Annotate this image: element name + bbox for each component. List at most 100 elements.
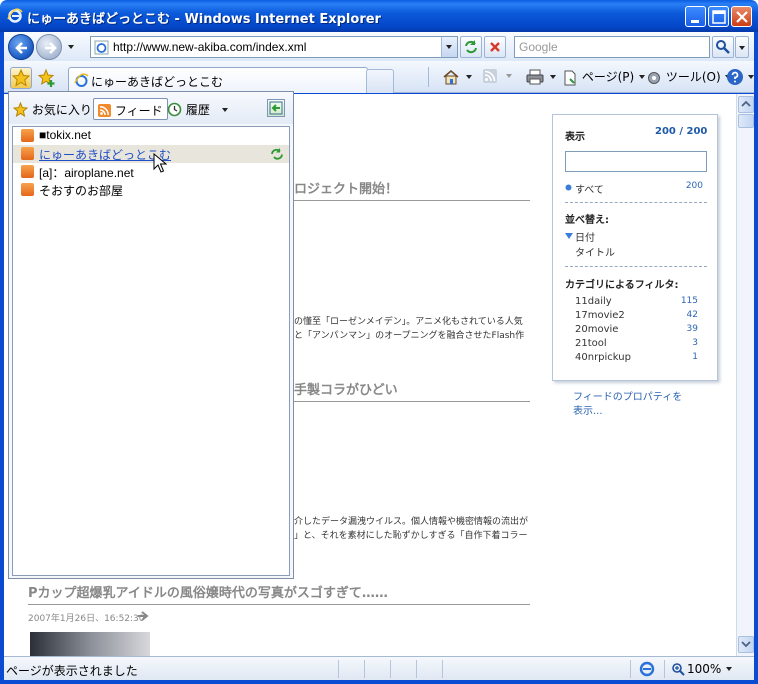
arrow-left-icon <box>15 42 27 54</box>
feed-item-label: [a]：airoplane.net <box>39 166 134 180</box>
close-icon <box>736 11 748 23</box>
status-divider <box>664 660 665 678</box>
article-title[interactable]: 手製コラがひどい <box>294 379 398 398</box>
internet-zone-icon[interactable] <box>638 660 656 678</box>
category-count: 42 <box>686 310 698 320</box>
stop-icon <box>490 42 500 52</box>
divider <box>565 202 707 203</box>
status-divider <box>364 660 365 678</box>
category-count: 3 <box>692 338 698 348</box>
address-input[interactable]: http://www.new-akiba.com/index.xml <box>113 40 306 54</box>
status-divider <box>338 660 339 678</box>
refresh-button[interactable] <box>460 36 482 58</box>
feed-item[interactable]: そおすのお部屋 <box>13 181 289 199</box>
zoom-level[interactable]: 100% <box>687 662 721 676</box>
tab-current[interactable]: にゅーあきばどっとこむ <box>68 67 368 93</box>
chevron-down-icon[interactable] <box>726 667 732 671</box>
item-count: 200 / 200 <box>655 126 708 137</box>
tools-menu-label: ツール(O) <box>665 70 721 84</box>
filter-all-link[interactable]: すべて <box>575 181 604 196</box>
tab-feeds[interactable]: フィード <box>93 98 168 120</box>
rss-icon <box>483 69 497 83</box>
status-bar: ページが表示されました 100% <box>4 656 754 680</box>
bullet-icon <box>565 184 572 191</box>
address-bar[interactable]: http://www.new-akiba.com/index.xml <box>90 36 458 58</box>
favorites-center-panel: お気に入り フィード 履歴 ■tokix.net にゅーあきばどっとこむ [a] <box>8 91 294 579</box>
minimize-button[interactable] <box>685 6 706 27</box>
pin-panel-button[interactable] <box>267 99 285 117</box>
status-divider <box>630 660 631 678</box>
category-link[interactable]: 20movie <box>575 324 618 335</box>
chevron-down-icon <box>221 108 228 112</box>
back-button[interactable] <box>8 34 34 60</box>
article-snippet: と「アンパンマン」のオープニングを融合させたFlash作 <box>294 331 525 341</box>
article-date: 2007年1月26日、16:52:30 <box>28 614 145 624</box>
feeds-button[interactable] <box>482 68 512 88</box>
article-snippet: 介したデータ漏洩ウイルス。個人情報や機密情報の流出が <box>294 517 529 527</box>
print-button[interactable] <box>526 68 556 88</box>
maximize-icon <box>712 10 726 24</box>
vertical-scrollbar[interactable] <box>736 94 754 656</box>
minimize-icon <box>691 20 699 23</box>
refresh-feed-icon[interactable] <box>269 147 285 161</box>
title-bar: にゅーあきばどっとこむ - Windows Internet Explorer <box>0 0 758 32</box>
divider <box>565 266 707 267</box>
search-input[interactable]: Google <box>519 40 558 54</box>
star-icon <box>11 68 31 87</box>
help-button[interactable] <box>726 68 754 88</box>
tools-menu-button[interactable]: ツール(O) <box>646 68 732 88</box>
new-tab-button[interactable] <box>366 69 394 93</box>
search-button[interactable] <box>712 36 734 58</box>
rss-icon <box>21 147 34 160</box>
close-window-button[interactable] <box>731 6 752 27</box>
page-menu-button[interactable]: ページ(P) <box>562 68 646 88</box>
address-dropdown-button[interactable] <box>441 37 457 57</box>
feed-item[interactable]: ■tokix.net <box>13 127 289 145</box>
scroll-up-button[interactable] <box>738 96 754 113</box>
chevron-down-icon <box>741 641 751 648</box>
search-options-button[interactable] <box>735 36 749 58</box>
rss-icon <box>98 104 111 117</box>
printer-icon <box>526 69 544 85</box>
category-link[interactable]: 40nrpickup <box>575 352 631 363</box>
category-link[interactable]: 11daily <box>575 296 612 307</box>
scroll-thumb[interactable] <box>738 114 754 128</box>
category-filter-label: カテゴリによるフィルタ: <box>565 280 679 291</box>
maximize-button[interactable] <box>708 6 729 27</box>
chevron-down-icon <box>465 74 472 79</box>
stop-button[interactable] <box>484 36 506 58</box>
tab-favorites-label: お気に入り <box>31 103 92 117</box>
pin-icon <box>269 101 283 115</box>
arrow-right-icon[interactable] <box>136 609 150 623</box>
feed-item-label: にゅーあきばどっとこむ <box>39 148 172 162</box>
sort-date-link[interactable]: 日付 <box>575 229 595 244</box>
sort-title-link[interactable]: タイトル <box>575 244 615 259</box>
feed-item[interactable]: にゅーあきばどっとこむ <box>13 145 289 173</box>
add-favorite-icon <box>37 68 55 87</box>
search-box[interactable]: Google <box>514 36 710 58</box>
divider <box>28 604 530 605</box>
filter-search-input[interactable] <box>565 151 707 172</box>
add-to-favorites-button[interactable] <box>36 67 58 89</box>
forward-button[interactable] <box>36 34 62 60</box>
tab-favorites[interactable]: お気に入り <box>12 98 92 120</box>
favorites-center-button[interactable] <box>10 67 32 89</box>
category-link[interactable]: 21tool <box>575 338 607 349</box>
home-button[interactable] <box>442 68 472 88</box>
article-thumbnail[interactable] <box>30 632 150 656</box>
history-icon <box>167 102 182 117</box>
feed-item[interactable]: [a]：airoplane.net <box>13 163 289 181</box>
help-icon <box>727 69 743 85</box>
chevron-down-icon <box>747 74 754 79</box>
category-link[interactable]: 17movie2 <box>575 310 625 321</box>
feed-properties-link[interactable]: フィードのプロパティを表示... <box>573 391 683 419</box>
display-label: 表示 <box>565 132 585 143</box>
history-dropdown-icon[interactable] <box>68 45 74 49</box>
tab-feeds-label: フィード <box>114 104 163 118</box>
tab-history[interactable]: 履歴 <box>167 98 228 120</box>
article-title[interactable]: Pカップ超爆乳アイドルの風俗嬢時代の写真がスゴすぎて…… <box>28 582 388 601</box>
article-title[interactable]: ロジェクト開始！ <box>294 178 398 197</box>
scroll-down-button[interactable] <box>738 636 754 653</box>
star-icon <box>12 101 29 118</box>
page-icon <box>94 40 109 55</box>
